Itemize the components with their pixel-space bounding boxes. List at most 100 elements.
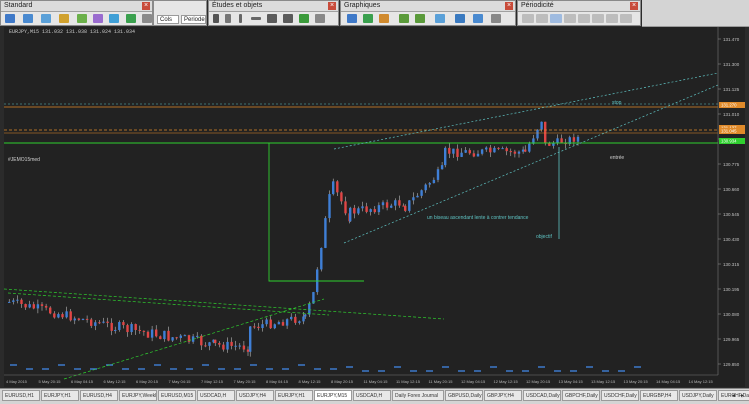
close-icon[interactable]: × xyxy=(328,2,336,10)
crosshair-icon[interactable] xyxy=(225,14,231,23)
tab-chart[interactable]: EURUSD,H4 xyxy=(80,390,118,401)
tab-chart[interactable]: EURUSD,H1 xyxy=(2,390,40,401)
tab-chart[interactable]: EURJPY,H1 xyxy=(275,390,313,401)
period-w1-button[interactable] xyxy=(620,14,632,23)
candle-body xyxy=(257,326,260,329)
cursor-icon[interactable] xyxy=(213,14,219,23)
tab-chart[interactable]: USDCAD,Daily xyxy=(523,390,561,401)
tile-windows-icon[interactable] xyxy=(435,14,445,23)
close-icon[interactable]: × xyxy=(142,2,150,10)
candle-body xyxy=(218,343,221,345)
vertical-line-icon[interactable] xyxy=(239,14,242,23)
candlestick-icon[interactable] xyxy=(363,14,373,23)
period-h4-button[interactable] xyxy=(592,14,604,23)
trendline-icon[interactable] xyxy=(267,14,277,23)
price-tick-label: 130.195 xyxy=(723,287,740,292)
candle-body xyxy=(118,322,121,330)
bar-chart-icon[interactable] xyxy=(347,14,357,23)
charts-toolbar: Graphiques × xyxy=(340,0,516,26)
time-tick-label: 8 May 20:15 xyxy=(331,379,354,384)
candle-body xyxy=(385,202,389,208)
candle-body xyxy=(361,206,364,209)
candle-body xyxy=(472,153,476,157)
wedge-upper-line xyxy=(333,72,719,150)
tab-chart[interactable]: USDJPY,Daily xyxy=(679,390,717,401)
tab-chart[interactable]: USDJPY,H4 xyxy=(236,390,274,401)
candle-body xyxy=(513,151,517,154)
period-m30-button[interactable] xyxy=(564,14,576,23)
fibonacci-icon[interactable] xyxy=(299,14,309,23)
price-tick-label: 131.470 xyxy=(723,37,740,42)
time-tick-label: 12 May 20:15 xyxy=(526,379,551,384)
period-select-1[interactable]: Cols xyxy=(157,15,179,24)
expert-advisors-icon[interactable] xyxy=(126,14,136,23)
candle-body xyxy=(373,209,376,213)
candle-body xyxy=(576,136,580,142)
profiles-icon[interactable] xyxy=(23,14,33,23)
options-icon[interactable] xyxy=(142,14,152,23)
zoom-out-icon[interactable] xyxy=(415,14,425,23)
tab-chart[interactable]: EURUSD,M15 xyxy=(158,390,196,401)
candle-body xyxy=(32,304,35,309)
terminal-icon[interactable] xyxy=(77,14,87,23)
chart-shift-icon[interactable] xyxy=(473,14,483,23)
tab-chart[interactable]: EURJPY,M15 xyxy=(314,390,352,401)
entry-label: entrée xyxy=(610,155,625,161)
time-tick-label: 11 May 12:15 xyxy=(396,379,421,384)
market-watch-icon[interactable] xyxy=(41,14,51,23)
candle-body xyxy=(222,344,225,350)
tab-scroll-left-icon[interactable]: ◂ xyxy=(730,391,737,401)
chart-window[interactable]: 131.470131.300131.125131.010130.895130.7… xyxy=(4,27,745,387)
period-d1-button[interactable] xyxy=(606,14,618,23)
period-h1-button[interactable] xyxy=(578,14,590,23)
close-icon[interactable]: × xyxy=(630,2,638,10)
autoscroll-icon[interactable] xyxy=(455,14,465,23)
zoom-in-icon[interactable] xyxy=(399,14,409,23)
tab-chart[interactable]: USDCAD,H xyxy=(353,390,391,401)
period-select-2[interactable]: Periode xyxy=(181,15,206,24)
close-icon[interactable]: × xyxy=(505,2,513,10)
navigator-icon[interactable] xyxy=(59,14,69,23)
horizontal-line-icon[interactable] xyxy=(251,17,261,20)
tab-chart[interactable]: USDCAD,H xyxy=(197,390,235,401)
candle-body xyxy=(328,194,331,219)
candle-body xyxy=(167,330,170,341)
tab-chart[interactable]: EURGBP,H4 xyxy=(640,390,678,401)
candle-body xyxy=(521,149,525,152)
period-m5-button[interactable] xyxy=(536,14,548,23)
left-label: #JEMO15med xyxy=(8,157,40,163)
tab-chart[interactable]: EURJPY,Weekly xyxy=(119,390,157,401)
price-tick-label: 129.850 xyxy=(723,362,740,367)
tab-scroll-right-icon[interactable]: ▸ xyxy=(739,391,746,401)
candle-body xyxy=(230,341,233,346)
channel-icon[interactable] xyxy=(283,14,293,23)
indicators-icon[interactable] xyxy=(491,14,501,23)
tab-chart[interactable]: USDCHF,Daily xyxy=(601,390,639,401)
tab-chart[interactable]: EURJPY,H1 xyxy=(41,390,79,401)
candle-body xyxy=(65,311,68,318)
price-chart[interactable]: 131.470131.300131.125131.010130.895130.7… xyxy=(4,27,745,387)
toolbar-caption: Périodicité xyxy=(518,1,640,12)
candle-body xyxy=(485,147,488,150)
toolbar-title: Standard xyxy=(4,2,33,9)
text-icon[interactable] xyxy=(315,14,325,23)
period-m1-button[interactable] xyxy=(522,14,534,23)
objective-label: objectif xyxy=(536,234,552,240)
tab-chart[interactable]: GBPJPY,H4 xyxy=(484,390,522,401)
candle-body xyxy=(77,318,81,320)
candle-body xyxy=(242,345,246,350)
candle-body xyxy=(381,202,385,206)
tab-chart[interactable]: GBPCHF,Daily xyxy=(562,390,600,401)
tab-chart[interactable]: GBPUSD,Daily xyxy=(445,390,483,401)
candle-body xyxy=(90,319,93,326)
tab-chart[interactable]: Daily Forex Journal xyxy=(392,390,444,401)
candle-body xyxy=(416,195,419,198)
candle-body xyxy=(273,324,276,329)
new-chart-icon[interactable] xyxy=(5,14,15,23)
downtrend-line xyxy=(7,292,330,316)
candle-body xyxy=(365,206,368,212)
period-m15-button[interactable] xyxy=(550,14,562,23)
new-order-icon[interactable] xyxy=(109,14,119,23)
line-chart-icon[interactable] xyxy=(379,14,389,23)
strategy-tester-icon[interactable] xyxy=(93,14,103,23)
